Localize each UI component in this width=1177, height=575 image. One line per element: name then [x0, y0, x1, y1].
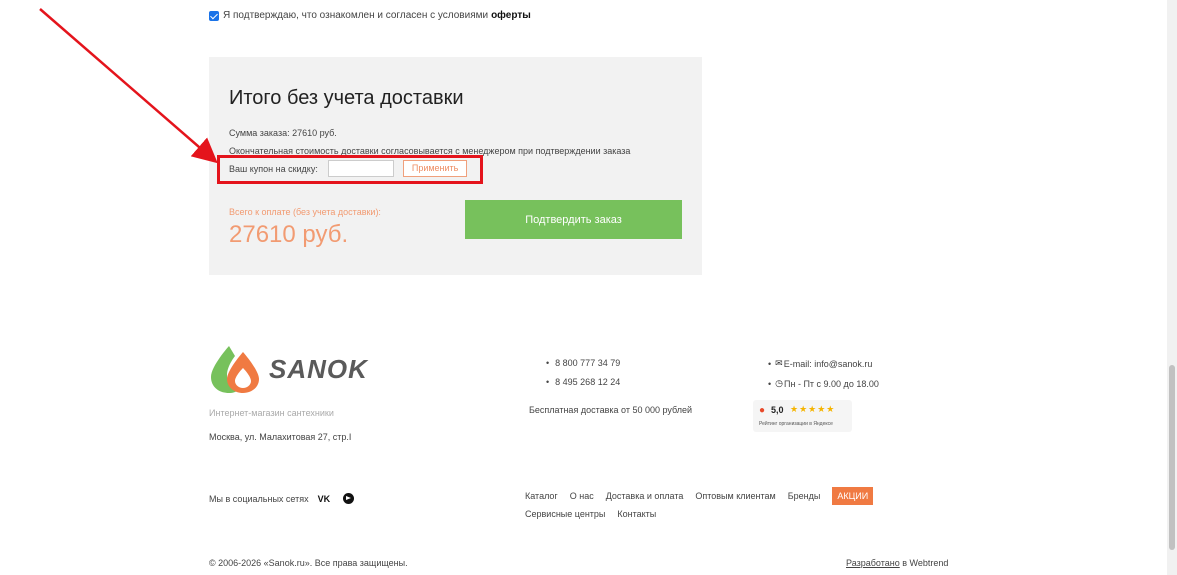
footer-menu: Каталог О нас Доставка и оплата Оптовым …	[525, 487, 895, 523]
rating-stars: ★★★★★	[790, 404, 836, 414]
developer-suffix: в Webtrend	[899, 558, 949, 568]
sanok-logo[interactable]: SANOK	[209, 344, 368, 394]
rating-caption: Рейтинг организации в Яндексе	[759, 421, 833, 427]
map-pin-icon: ●	[759, 405, 766, 416]
scrollbar-thumb[interactable]	[1169, 365, 1175, 550]
menu-promotions[interactable]: АКЦИИ	[832, 487, 874, 505]
total-value: 27610 руб.	[229, 221, 349, 248]
envelope-icon: ✉	[775, 358, 783, 368]
hours-item: ◷ Пн - Пт с 9.00 до 18.00	[768, 378, 879, 389]
contact-list: ✉ E-mail: info@sanok.ru ◷ Пн - Пт с 9.00…	[768, 358, 879, 398]
annotation-arrow	[39, 8, 218, 164]
agreement-text: Я подтверждаю, что ознакомлен и согласен…	[223, 10, 489, 21]
menu-brands[interactable]: Бренды	[788, 487, 821, 505]
offer-link[interactable]: оферты	[491, 10, 531, 21]
coupon-highlight-box	[217, 155, 483, 184]
phone-list: 8 800 777 34 79 8 495 268 12 24	[546, 358, 620, 396]
tagline: Интернет-магазин сантехники	[209, 408, 334, 418]
offer-agreement: Я подтверждаю, что ознакомлен и согласен…	[209, 10, 531, 21]
total-label: Всего к оплате (без учета доставки):	[229, 207, 381, 217]
vk-icon[interactable]: VK	[318, 494, 331, 504]
order-sum: Сумма заказа: 27610 руб.	[229, 128, 337, 138]
menu-contacts[interactable]: Контакты	[617, 505, 656, 523]
summary-title: Итого без учета доставки	[229, 87, 464, 109]
email-item[interactable]: ✉ E-mail: info@sanok.ru	[768, 358, 879, 369]
email-text: E-mail: info@sanok.ru	[783, 358, 873, 369]
address: Москва, ул. Малахитовая 27, стр.I	[209, 432, 352, 442]
social-row: Мы в социальных сетях VK	[209, 493, 355, 504]
social-label: Мы в социальных сетях	[209, 493, 309, 504]
rating-value: 5,0	[771, 405, 784, 415]
developer-link[interactable]: Разработано	[846, 558, 900, 568]
menu-about[interactable]: О нас	[570, 487, 594, 505]
confirm-order-button[interactable]: Подтвердить заказ	[465, 200, 682, 239]
phone-1[interactable]: 8 800 777 34 79	[546, 358, 620, 368]
menu-wholesale[interactable]: Оптовым клиентам	[695, 487, 775, 505]
menu-catalog[interactable]: Каталог	[525, 487, 558, 505]
menu-service-centers[interactable]: Сервисные центры	[525, 505, 605, 523]
menu-delivery[interactable]: Доставка и оплата	[606, 487, 684, 505]
drop-logo-icon	[211, 346, 259, 393]
phone-2[interactable]: 8 495 268 12 24	[546, 377, 620, 387]
copyright: © 2006-2026 «Sanok.ru». Все права защище…	[209, 558, 408, 568]
logo-text: SANOK	[269, 353, 368, 384]
clock-icon: ◷	[775, 378, 784, 388]
telegram-icon[interactable]	[343, 493, 355, 504]
developer-credit: Разработано в Webtrend	[846, 558, 948, 568]
free-delivery-note: Бесплатная доставка от 50 000 рублей	[529, 405, 693, 415]
yandex-rating-badge[interactable]: ● 5,0 ★★★★★ Рейтинг организации в Яндекс…	[753, 400, 852, 432]
hours-text: Пн - Пт с 9.00 до 18.00	[784, 378, 879, 389]
page-scrollbar[interactable]	[1167, 0, 1177, 575]
